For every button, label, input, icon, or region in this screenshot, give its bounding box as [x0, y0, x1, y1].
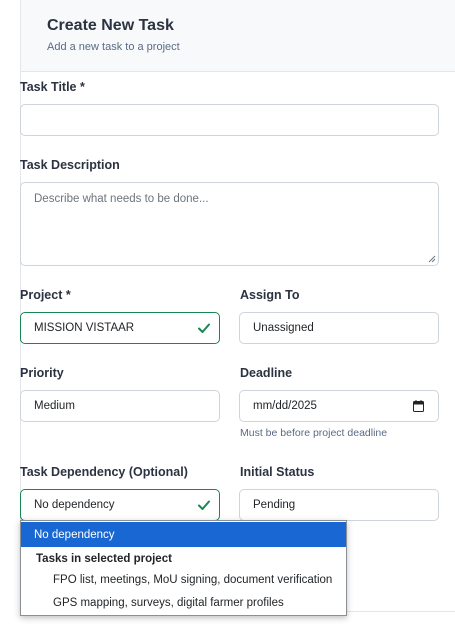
task-dependency-dropdown: No dependency Tasks in selected project …: [20, 520, 347, 616]
calendar-icon[interactable]: [413, 400, 424, 412]
priority-label: Priority: [20, 366, 64, 380]
assign-to-value: Unassigned: [253, 322, 314, 334]
project-label: Project *: [20, 288, 71, 302]
deadline-value: mm/dd/2025: [253, 400, 317, 412]
initial-status-select[interactable]: Pending: [239, 489, 439, 521]
resize-handle-icon[interactable]: [428, 255, 436, 263]
assign-to-select[interactable]: Unassigned: [239, 312, 439, 344]
check-icon: [198, 500, 210, 510]
task-title-label: Task Title *: [20, 80, 85, 94]
page-subtitle: Add a new task to a project: [47, 41, 180, 53]
deadline-help-text: Must be before project deadline: [240, 427, 388, 439]
initial-status-value: Pending: [253, 499, 296, 511]
page-title: Create New Task: [47, 17, 174, 34]
card-header: Create New Task Add a new task to a proj…: [20, 0, 455, 72]
project-select[interactable]: MISSION VISTAAR: [20, 312, 220, 344]
task-description-placeholder: Describe what needs to be done...: [34, 193, 209, 205]
check-icon: [198, 323, 210, 333]
task-title-input[interactable]: [20, 104, 439, 136]
deadline-date-input[interactable]: mm/dd/2025: [239, 390, 439, 422]
task-dependency-label: Task Dependency (Optional): [20, 465, 188, 479]
task-dependency-select[interactable]: No dependency: [20, 489, 220, 521]
dropdown-group-label: Tasks in selected project: [36, 553, 172, 565]
task-description-label: Task Description: [20, 158, 120, 172]
initial-status-label: Initial Status: [240, 465, 315, 479]
project-value: MISSION VISTAAR: [34, 322, 135, 334]
dropdown-option[interactable]: FPO list, meetings, MoU signing, documen…: [21, 569, 346, 591]
dropdown-option[interactable]: GPS mapping, surveys, digital farmer pro…: [21, 592, 346, 614]
task-dependency-value: No dependency: [34, 499, 115, 511]
deadline-label: Deadline: [240, 366, 293, 380]
task-description-textarea[interactable]: Describe what needs to be done...: [20, 182, 439, 266]
priority-value: Medium: [34, 400, 75, 412]
priority-select[interactable]: Medium: [20, 390, 220, 422]
dropdown-option-no-dependency[interactable]: No dependency: [21, 522, 346, 547]
assign-to-label: Assign To: [240, 288, 300, 302]
